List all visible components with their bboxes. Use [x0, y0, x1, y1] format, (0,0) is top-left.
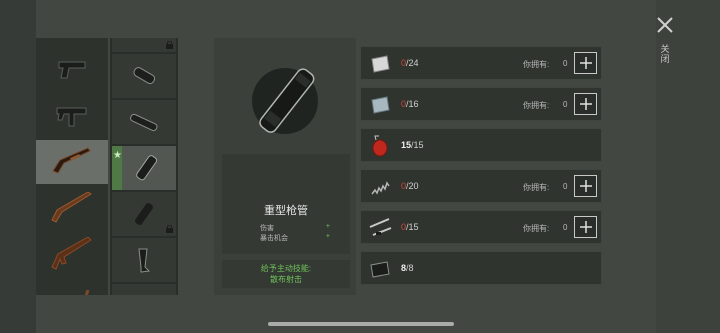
- shotgun-icon: [52, 147, 91, 174]
- material-count: 8/8: [401, 263, 414, 273]
- material-count: 15/15: [401, 140, 424, 150]
- close-icon[interactable]: [656, 16, 674, 34]
- stat-plus: +: [325, 233, 330, 240]
- skill-name: 散布射击: [270, 275, 302, 284]
- material-row: 8/8: [360, 251, 602, 285]
- item-detail-panel: 重型枪管 伤害 + 暴击机会 + 给予主动技能: 散布射击: [214, 38, 356, 295]
- material-row: 0/24 你拥有: 0: [360, 46, 602, 80]
- assault-rifle-icon: [51, 237, 92, 270]
- home-indicator[interactable]: [268, 322, 454, 326]
- lock-icon: [166, 225, 173, 233]
- part-grip[interactable]: [112, 238, 176, 282]
- part-slot-bottom[interactable]: [112, 284, 176, 295]
- material-need: /24: [406, 58, 419, 68]
- heavy-barrel-icon: [259, 68, 315, 133]
- add-material-button[interactable]: [574, 216, 597, 238]
- material-need: /15: [406, 222, 419, 232]
- add-material-button[interactable]: [574, 93, 597, 115]
- weapon-icon: [84, 290, 90, 295]
- stat-plus: +: [325, 223, 330, 230]
- suppressor-icon: [133, 67, 156, 85]
- stat-label: 伤害: [260, 225, 274, 232]
- part-list[interactable]: ★: [110, 38, 178, 295]
- material-need: /20: [406, 181, 419, 191]
- stat-crit-chance: 暴击机会 +: [260, 233, 330, 243]
- plus-icon: [579, 98, 592, 110]
- close-label-char: 关: [660, 44, 670, 54]
- spring-icon: [371, 181, 390, 195]
- material-row: 15/15: [360, 128, 602, 162]
- stat-label: 暴击机会: [260, 235, 288, 242]
- weapon-assault-rifle[interactable]: [36, 232, 108, 276]
- pipe-parts-icon: [369, 218, 392, 236]
- material-row: 0/16 你拥有: 0: [360, 87, 602, 121]
- rubber-sheet-icon: [370, 261, 390, 278]
- material-need: /8: [406, 263, 414, 273]
- fuel-can-icon: [372, 135, 388, 157]
- material-need: /16: [406, 99, 419, 109]
- weapon-partial[interactable]: [36, 278, 108, 295]
- item-info-box: 重型枪管 伤害 + 暴击机会 +: [222, 154, 350, 254]
- grip-icon: [138, 248, 151, 273]
- owned-value: 0: [563, 100, 568, 109]
- item-name: 重型枪管: [264, 205, 308, 217]
- owned-value: 0: [563, 223, 568, 232]
- heavy-barrel-icon: [136, 155, 158, 181]
- material-count: 0/16: [401, 99, 419, 109]
- smg-icon: [56, 107, 87, 127]
- lock-icon: [166, 41, 173, 49]
- owned-value: 0: [563, 59, 568, 68]
- plus-icon: [579, 57, 592, 69]
- material-count: 0/24: [401, 58, 419, 68]
- stat-damage: 伤害 +: [260, 223, 330, 233]
- selected-category-pointer: [100, 155, 107, 167]
- owned-label: 你拥有:: [523, 183, 550, 192]
- close-label[interactable]: 关 闭: [660, 44, 670, 64]
- weapon-rifle[interactable]: [36, 186, 108, 230]
- skill-heading: 给予主动技能:: [260, 264, 312, 273]
- rifle-icon: [51, 192, 92, 223]
- part-heavy-barrel[interactable]: ★: [112, 146, 176, 190]
- close-label-char: 闭: [660, 54, 670, 64]
- material-need: /15: [411, 140, 424, 150]
- add-material-button[interactable]: [574, 52, 597, 74]
- weapon-smg[interactable]: [36, 94, 108, 138]
- material-row: 0/20 你拥有: 0: [360, 169, 602, 203]
- material-row: 0/15 你拥有: 0: [360, 210, 602, 244]
- material-have: 15: [401, 140, 412, 150]
- weapon-pistol[interactable]: [36, 48, 108, 92]
- weapon-category-list[interactable]: [36, 38, 108, 295]
- part-suppressor[interactable]: [112, 54, 176, 98]
- owned-value: 0: [563, 182, 568, 191]
- glass-plate-icon: [371, 96, 390, 114]
- skill-grant-box: 给予主动技能: 散布射击: [222, 260, 350, 288]
- material-count: 0/20: [401, 181, 419, 191]
- plus-icon: [579, 180, 592, 192]
- part-locked-1[interactable]: [112, 192, 176, 236]
- barrel-icon: [135, 203, 153, 225]
- add-material-button[interactable]: [574, 175, 597, 197]
- plus-icon: [579, 221, 592, 233]
- weapon-shotgun[interactable]: [36, 140, 108, 184]
- left-margin: [0, 0, 36, 333]
- owned-label: 你拥有:: [523, 101, 550, 110]
- metal-plate-icon: [371, 55, 390, 73]
- material-count: 0/15: [401, 222, 419, 232]
- star-icon: ★: [113, 150, 122, 161]
- part-slot-top[interactable]: [112, 38, 176, 52]
- owned-label: 你拥有:: [523, 224, 550, 233]
- part-long-barrel[interactable]: [112, 100, 176, 144]
- owned-label: 你拥有:: [523, 60, 550, 69]
- pistol-icon: [58, 61, 86, 79]
- long-barrel-icon: [130, 113, 158, 132]
